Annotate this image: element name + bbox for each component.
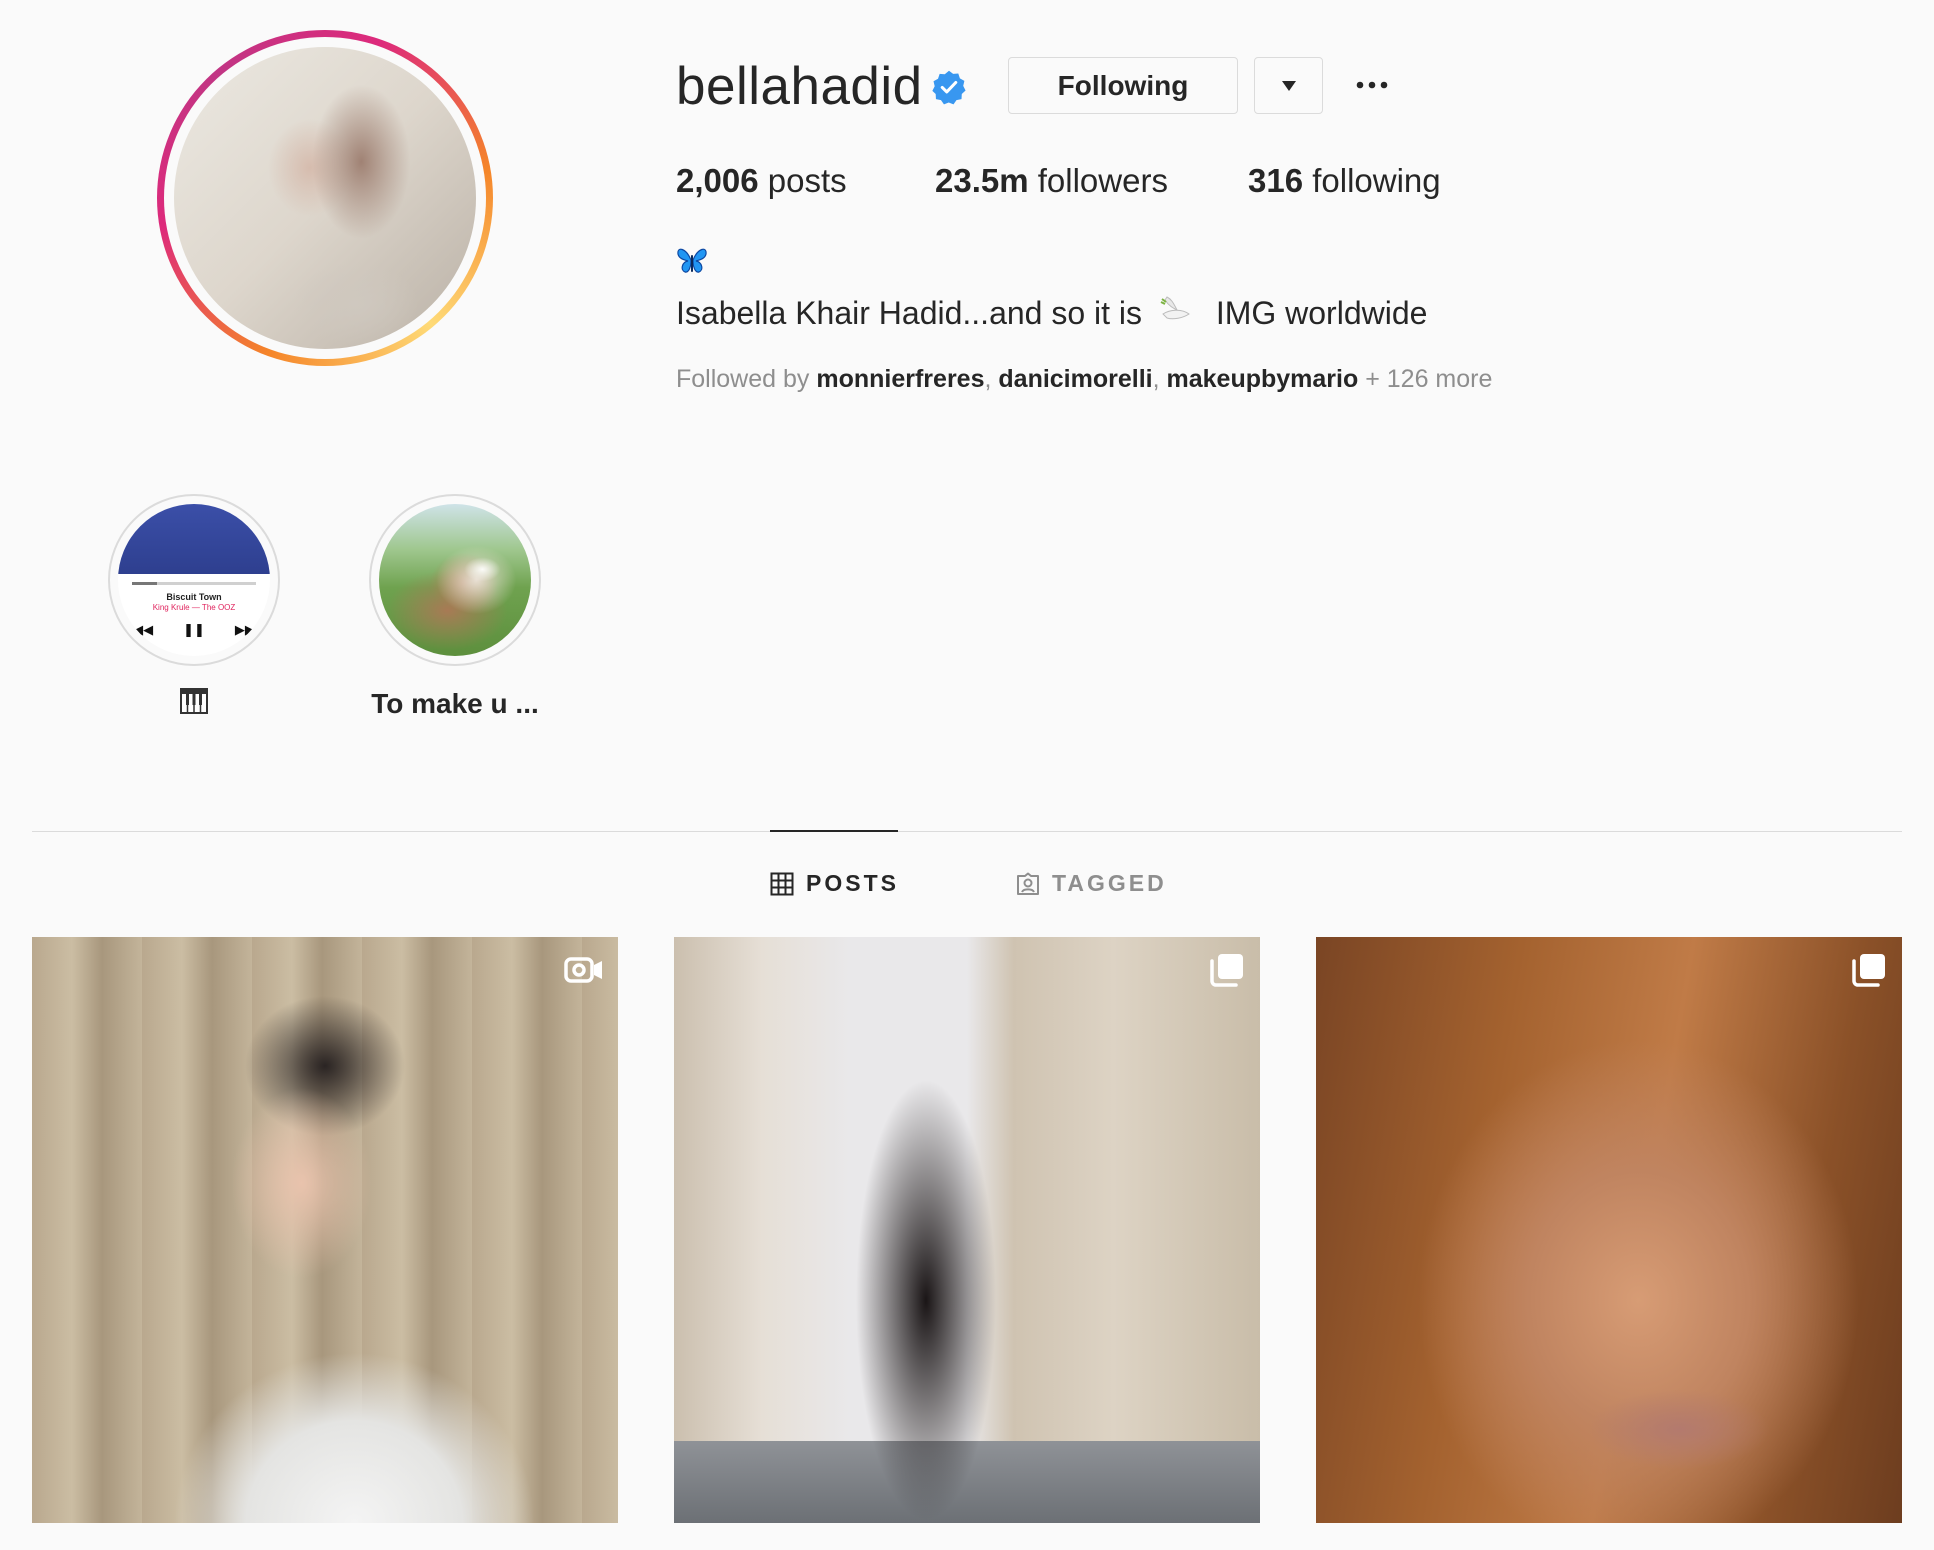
highlight-ring: Biscuit Town King Krule — The OOZ ◀◀ ❚❚ … bbox=[108, 494, 280, 666]
post-thumbnail[interactable] bbox=[1316, 937, 1902, 1523]
bio-text-agency: IMG worldwide bbox=[1215, 295, 1428, 331]
igtv-video-icon bbox=[564, 957, 602, 983]
followers-count-label: followers bbox=[1028, 162, 1168, 199]
highlight-puppy[interactable]: To make u ... bbox=[369, 494, 541, 722]
highlight-ring bbox=[369, 494, 541, 666]
posts-count-value: 2,006 bbox=[676, 162, 759, 199]
followed-by-user[interactable]: makeupbymario bbox=[1167, 365, 1359, 393]
fast-forward-icon: ▶▶ bbox=[234, 622, 255, 637]
caret-down-icon bbox=[1281, 80, 1296, 91]
verified-badge-icon bbox=[932, 70, 966, 105]
tab-posts[interactable]: POSTS bbox=[770, 870, 899, 897]
following-count-value: 316 bbox=[1248, 162, 1304, 199]
tab-tagged-label: TAGGED bbox=[1052, 870, 1167, 896]
suggested-dropdown-button[interactable] bbox=[1254, 57, 1323, 114]
tagged-icon bbox=[1017, 872, 1039, 895]
ellipsis-icon bbox=[1356, 81, 1388, 89]
posts-count-label: posts bbox=[758, 162, 847, 199]
profile-avatar-ring[interactable] bbox=[157, 30, 493, 366]
dove-emoji bbox=[1160, 296, 1190, 320]
followed-by[interactable]: Followed by monnierfreres, danicimorelli… bbox=[676, 365, 1492, 394]
progress-bar bbox=[132, 582, 256, 585]
post-thumbnail[interactable] bbox=[674, 937, 1260, 1523]
pause-icon: ❚❚ bbox=[183, 622, 205, 637]
following-link[interactable]: 316 following bbox=[1248, 162, 1441, 200]
following-button[interactable]: Following bbox=[1008, 57, 1238, 114]
rewind-icon: ◀◀ bbox=[133, 622, 154, 637]
post-thumbnail[interactable] bbox=[32, 937, 618, 1523]
highlight-music[interactable]: Biscuit Town King Krule — The OOZ ◀◀ ❚❚ … bbox=[108, 494, 280, 722]
highlight-label bbox=[108, 688, 280, 722]
following-count-label: following bbox=[1303, 162, 1441, 199]
player-controls: ◀◀ ❚❚ ▶▶ bbox=[118, 622, 270, 638]
butterfly-emoji bbox=[677, 248, 707, 273]
followed-by-more[interactable]: + 126 more bbox=[1358, 365, 1492, 393]
tab-posts-label: POSTS bbox=[806, 870, 899, 896]
highlight-cover bbox=[379, 504, 531, 656]
profile-username: bellahadid bbox=[676, 57, 923, 116]
tab-tagged[interactable]: TAGGED bbox=[1016, 870, 1167, 897]
bio-text-name: Isabella Khair Hadid...and so it is bbox=[676, 295, 1143, 331]
song-title: Biscuit Town bbox=[166, 592, 222, 602]
album-art bbox=[118, 504, 270, 574]
more-options-button[interactable] bbox=[1350, 70, 1394, 100]
profile-bio: Isabella Khair Hadid...and so it is IMG … bbox=[676, 294, 1427, 332]
highlight-label: To make u ... bbox=[371, 688, 539, 719]
song-artist: King Krule — The OOZ bbox=[152, 603, 236, 612]
followed-by-prefix: Followed by bbox=[676, 365, 817, 393]
followers-link[interactable]: 23.5m followers bbox=[935, 162, 1168, 200]
profile-avatar[interactable] bbox=[174, 47, 476, 349]
profile-avatar-frame bbox=[164, 37, 486, 359]
followers-count-value: 23.5m bbox=[935, 162, 1029, 199]
active-tab-indicator bbox=[770, 830, 898, 832]
posts-count: 2,006 posts bbox=[676, 162, 847, 200]
followed-by-user[interactable]: danicimorelli bbox=[998, 365, 1152, 393]
tabs-divider bbox=[32, 831, 1902, 832]
piano-keyboard-icon bbox=[180, 688, 208, 714]
highlight-cover: Biscuit Town King Krule — The OOZ ◀◀ ❚❚ … bbox=[118, 504, 270, 656]
multiple-posts-icon bbox=[1210, 954, 1243, 987]
multiple-posts-icon bbox=[1852, 954, 1885, 987]
grid-icon bbox=[770, 872, 794, 895]
followed-by-user[interactable]: monnierfreres bbox=[816, 365, 984, 393]
